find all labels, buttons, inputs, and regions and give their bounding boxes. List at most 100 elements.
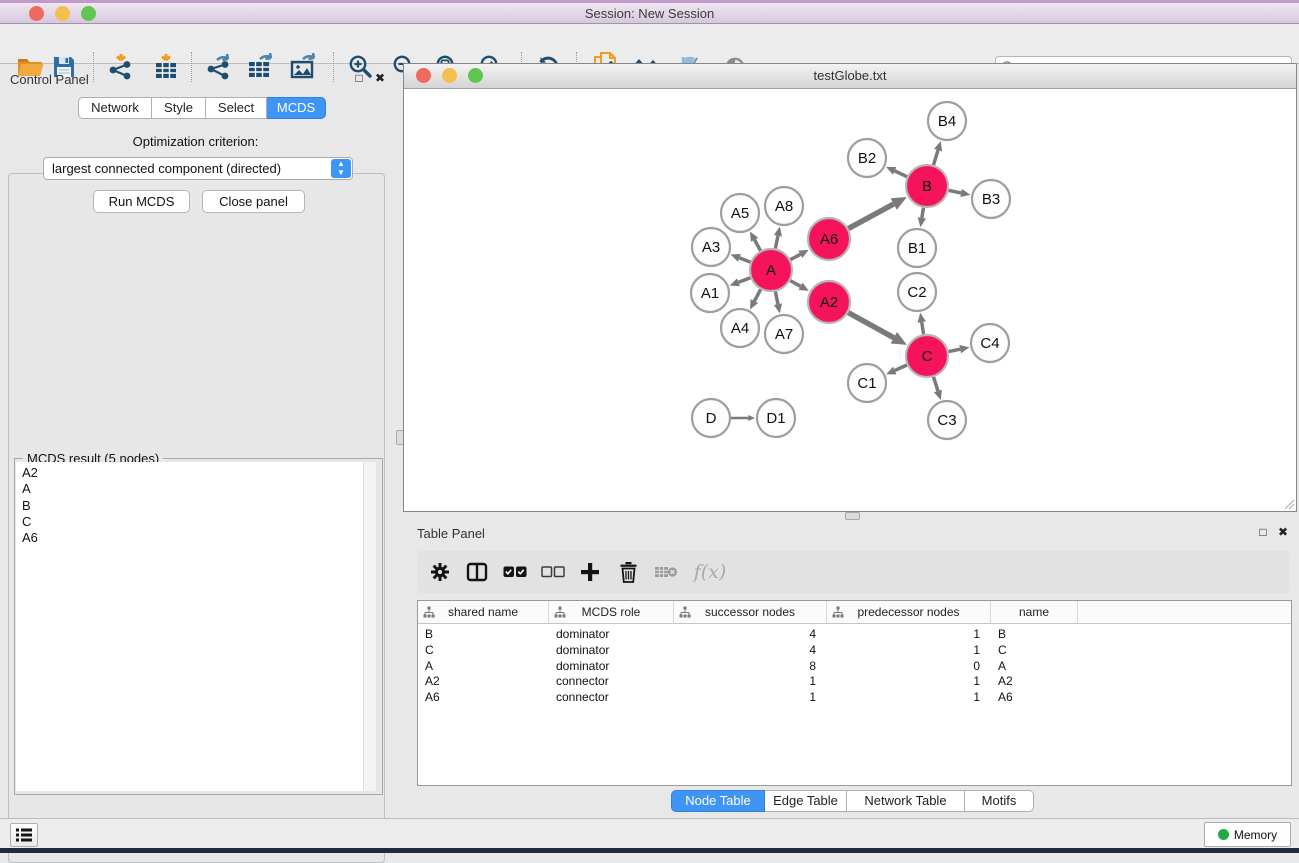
delete-button[interactable] <box>613 559 643 585</box>
graph-node-A8[interactable]: A8 <box>765 187 803 225</box>
graph-edge-A-A2[interactable] <box>790 281 809 291</box>
cell-mcds_role-row1[interactable]: dominator <box>556 642 663 658</box>
mcds-result-item[interactable]: A <box>22 481 363 497</box>
graph-edge-A-A5[interactable] <box>750 231 760 250</box>
cell-predecessor_nodes-row1[interactable]: 1 <box>834 642 980 658</box>
graph-node-C4[interactable]: C4 <box>971 324 1009 362</box>
cell-shared_name-row3[interactable]: A2 <box>425 673 538 689</box>
cell-mcds_role-row2[interactable]: dominator <box>556 658 663 674</box>
graph-edge-C-C3[interactable] <box>934 377 942 400</box>
tab-motifs[interactable]: Motifs <box>965 790 1034 812</box>
mcds-result-item[interactable]: C <box>22 514 363 530</box>
graph-edge-A-A1[interactable] <box>730 278 751 286</box>
graph-edge-A6-B[interactable] <box>848 197 906 229</box>
column-header-name[interactable]: name <box>991 601 1078 624</box>
graph-node-B4[interactable]: B4 <box>928 102 966 140</box>
graph-node-A1[interactable]: A1 <box>691 274 729 312</box>
tab-mcds[interactable]: MCDS <box>267 97 326 119</box>
cell-mcds_role-row0[interactable]: dominator <box>556 626 663 642</box>
cell-name-row3[interactable]: A2 <box>998 673 1067 689</box>
cell-shared_name-row2[interactable]: A <box>425 658 538 674</box>
graph-node-A5[interactable]: A5 <box>721 194 759 232</box>
graph-node-A3[interactable]: A3 <box>692 228 730 266</box>
float-panel-icon[interactable]: □ <box>352 71 366 85</box>
graph-node-B[interactable]: B <box>906 165 948 207</box>
cell-successor_nodes-row4[interactable]: 1 <box>681 689 816 705</box>
add-button[interactable] <box>575 559 605 585</box>
cell-name-row2[interactable]: A <box>998 658 1067 674</box>
cell-successor_nodes-row0[interactable]: 4 <box>681 626 816 642</box>
graph-edge-A-A3[interactable] <box>731 254 751 262</box>
memory-button[interactable]: Memory <box>1204 822 1291 847</box>
tab-network-table[interactable]: Network Table <box>847 790 965 812</box>
network-canvas[interactable]: AA1A2A3A4A5A6A7A8BB1B2B3B4CC1C2C3C4DD1 <box>404 89 1296 511</box>
column-header-successor-nodes[interactable]: successor nodes <box>674 601 827 624</box>
cell-successor_nodes-row3[interactable]: 1 <box>681 673 816 689</box>
select-all-button[interactable] <box>500 559 530 585</box>
cell-name-row0[interactable]: B <box>998 626 1067 642</box>
mcds-result-item[interactable]: A2 <box>22 465 363 481</box>
cell-mcds_role-row3[interactable]: connector <box>556 673 663 689</box>
graph-edge-C-C2[interactable] <box>918 313 926 335</box>
node-table[interactable]: shared nameMCDS rolesuccessor nodesprede… <box>417 600 1292 786</box>
tab-select[interactable]: Select <box>206 97 267 119</box>
graph-node-C2[interactable]: C2 <box>898 273 936 311</box>
close-panel-button[interactable]: Close panel <box>202 190 305 213</box>
cell-predecessor_nodes-row0[interactable]: 1 <box>834 626 980 642</box>
mcds-result-item[interactable]: A6 <box>22 530 363 546</box>
cell-successor_nodes-row1[interactable]: 4 <box>681 642 816 658</box>
graph-node-D1[interactable]: D1 <box>757 399 795 437</box>
cell-predecessor_nodes-row4[interactable]: 1 <box>834 689 980 705</box>
cell-shared_name-row1[interactable]: C <box>425 642 538 658</box>
graph-node-A4[interactable]: A4 <box>721 309 759 347</box>
table-close-panel-icon[interactable]: ✖ <box>1276 525 1290 539</box>
graph-edge-B-B1[interactable] <box>918 208 926 228</box>
cell-shared_name-row0[interactable]: B <box>425 626 538 642</box>
graph-node-C1[interactable]: C1 <box>848 364 886 402</box>
graph-edge-B-B2[interactable] <box>886 167 907 177</box>
function-builder-button[interactable]: f(x) <box>689 559 731 585</box>
graph-node-B2[interactable]: B2 <box>848 139 886 177</box>
table-float-panel-icon[interactable]: □ <box>1256 525 1270 539</box>
graph-edge-A2-C[interactable] <box>848 313 907 345</box>
graph-node-A6[interactable]: A6 <box>808 218 850 260</box>
tab-style[interactable]: Style <box>152 97 206 119</box>
column-view-button[interactable] <box>462 559 492 585</box>
cell-name-row4[interactable]: A6 <box>998 689 1067 705</box>
graph-edge-B-B3[interactable] <box>949 189 971 197</box>
cell-predecessor_nodes-row2[interactable]: 0 <box>834 658 980 674</box>
graph-edge-A-A4[interactable] <box>750 289 761 309</box>
cell-predecessor_nodes-row3[interactable]: 1 <box>834 673 980 689</box>
task-history-button[interactable] <box>10 823 38 847</box>
resize-corner-icon[interactable] <box>1283 498 1295 510</box>
criterion-select[interactable]: largest connected component (directed) ▲… <box>43 157 353 180</box>
cell-mcds_role-row4[interactable]: connector <box>556 689 663 705</box>
cell-name-row1[interactable]: C <box>998 642 1067 658</box>
graph-node-B1[interactable]: B1 <box>898 229 936 267</box>
mcds-result-scrollbar[interactable] <box>363 462 376 791</box>
graph-edge-B-B4[interactable] <box>933 141 942 165</box>
mcds-result-item[interactable]: B <box>22 498 363 514</box>
graph-node-C3[interactable]: C3 <box>928 401 966 439</box>
graph-edge-A-A8[interactable] <box>774 227 782 249</box>
settings-gear-button[interactable] <box>425 559 455 585</box>
column-header-predecessor-nodes[interactable]: predecessor nodes <box>827 601 991 624</box>
deselect-all-button[interactable] <box>538 559 568 585</box>
graph-node-A7[interactable]: A7 <box>765 315 803 353</box>
column-header-shared-name[interactable]: shared name <box>418 601 549 624</box>
graph-node-A[interactable]: A <box>750 249 792 291</box>
graph-edge-D-D1[interactable] <box>731 415 755 421</box>
graph-node-A2[interactable]: A2 <box>808 281 850 323</box>
column-header-MCDS-role[interactable]: MCDS role <box>549 601 674 624</box>
tab-node-table[interactable]: Node Table <box>671 790 765 812</box>
cell-successor_nodes-row2[interactable]: 8 <box>681 658 816 674</box>
tab-network[interactable]: Network <box>78 97 152 119</box>
cell-shared_name-row4[interactable]: A6 <box>425 689 538 705</box>
tab-edge-table[interactable]: Edge Table <box>765 790 847 812</box>
graph-node-C[interactable]: C <box>906 335 948 377</box>
graph-edge-A-A7[interactable] <box>774 292 782 314</box>
graph-node-B3[interactable]: B3 <box>972 180 1010 218</box>
graph-edge-C-C4[interactable] <box>949 345 970 353</box>
delete-table-button[interactable] <box>651 559 681 585</box>
run-mcds-button[interactable]: Run MCDS <box>93 190 190 213</box>
